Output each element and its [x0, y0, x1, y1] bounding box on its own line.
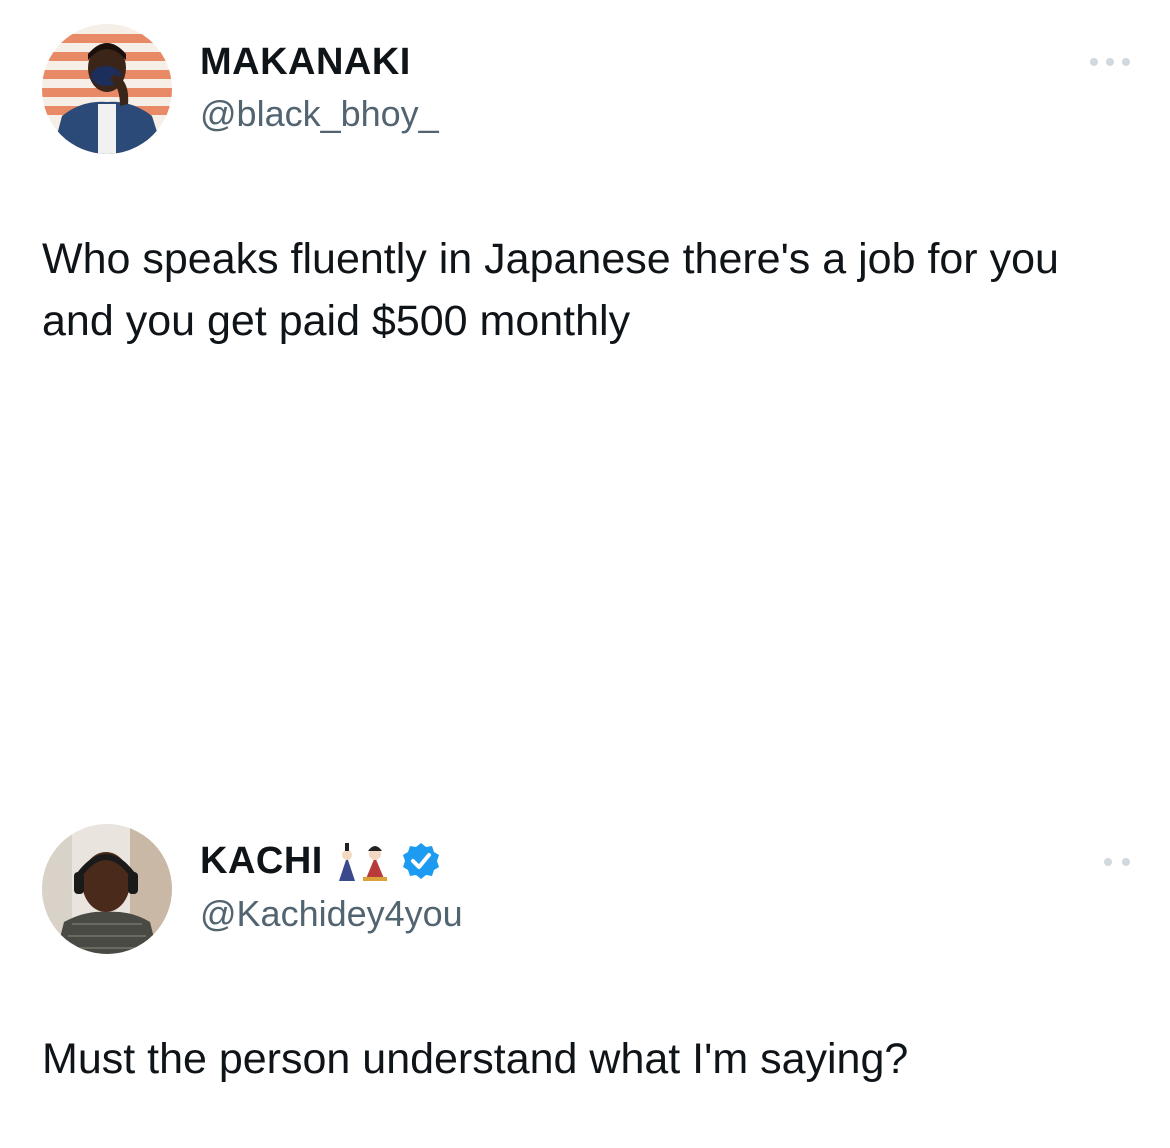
tweet-reply: KACHI @Kachidey4you Must the person unde… [0, 800, 1170, 1148]
author-handle[interactable]: @black_bhoy_ [200, 92, 439, 136]
japanese-dolls-emoji-icon [338, 843, 387, 881]
verified-badge-icon [402, 843, 439, 879]
tweet-text: Must the person understand what I'm sayi… [42, 1035, 909, 1083]
author-handle[interactable]: @Kachidey4you [200, 892, 463, 936]
author-display-name[interactable]: MAKANAKI [200, 40, 411, 84]
avatar-image [42, 24, 172, 154]
more-options-icon[interactable] [1104, 852, 1130, 872]
author-name-row: KACHI [200, 836, 441, 886]
author-display-name[interactable]: KACHI [200, 839, 323, 883]
dot [1106, 58, 1114, 66]
dot [1122, 58, 1130, 66]
author-avatar[interactable] [42, 824, 172, 954]
author-avatar[interactable] [42, 24, 172, 154]
tweet-text: Who speaks fluently in Japanese there's … [42, 235, 1059, 345]
dot [1104, 858, 1112, 866]
dot [1090, 58, 1098, 66]
more-options-icon[interactable] [1090, 52, 1130, 72]
dot [1122, 858, 1130, 866]
tweet-original: MAKANAKI @black_bhoy_ Who speaks fluentl… [0, 0, 1170, 800]
avatar-image [42, 824, 172, 954]
